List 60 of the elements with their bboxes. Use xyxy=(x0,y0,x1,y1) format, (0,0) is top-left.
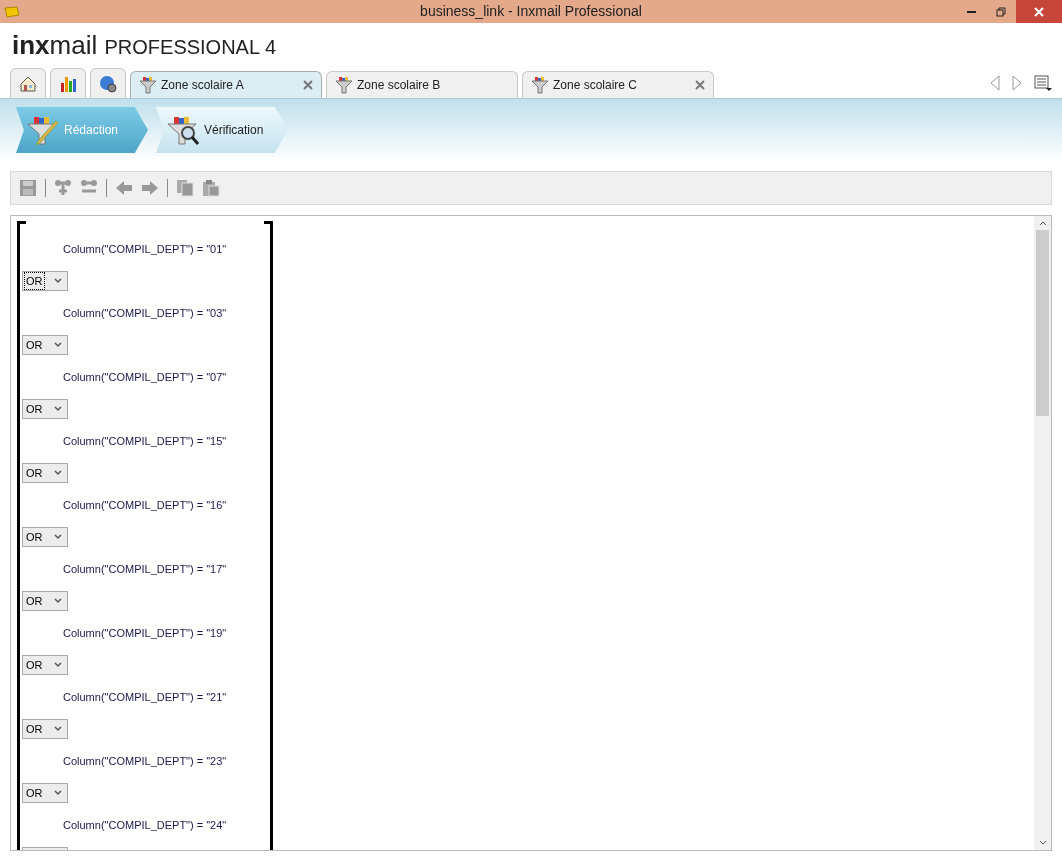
operator-dropdown[interactable]: OR xyxy=(22,719,68,739)
funnel-icon xyxy=(335,76,353,94)
chevron-down-icon xyxy=(54,406,62,412)
globe-gear-icon xyxy=(99,74,117,93)
tab[interactable]: Zone scolaire A xyxy=(130,71,322,98)
save-icon[interactable] xyxy=(19,179,37,197)
tab[interactable] xyxy=(90,68,126,98)
house-icon xyxy=(19,74,37,93)
condition-text: Column("COMPIL_DEPT") = "23" xyxy=(63,753,227,769)
condition-text: Column("COMPIL_DEPT") = "15" xyxy=(63,433,227,449)
window-title: business_link - Inxmail Professional xyxy=(420,2,642,21)
operator-dropdown[interactable]: OR xyxy=(22,271,68,291)
funnel-icon xyxy=(139,76,157,94)
chevron-down-icon xyxy=(54,342,62,348)
operator-dropdown[interactable]: OR xyxy=(22,591,68,611)
operator-dropdown[interactable]: OR xyxy=(22,463,68,483)
bar-chart-icon xyxy=(59,74,77,93)
forward-arrow-icon[interactable] xyxy=(141,179,159,197)
operator-dropdown[interactable]: OR xyxy=(22,783,68,803)
chevron-down-icon xyxy=(54,470,62,476)
close-tab-icon[interactable] xyxy=(303,80,313,90)
operator-dropdown[interactable]: OR xyxy=(22,335,68,355)
back-arrow-icon[interactable] xyxy=(115,179,133,197)
back-arrow-icon[interactable] xyxy=(990,74,1000,91)
scrollbar-thumb[interactable] xyxy=(1036,230,1049,416)
chevron-down-icon xyxy=(54,534,62,540)
tab[interactable]: Zone scolaire B xyxy=(326,71,518,98)
close-icon xyxy=(1034,6,1044,17)
scrollbar[interactable] xyxy=(1034,216,1051,850)
condition-text: Column("COMPIL_DEPT") = "21" xyxy=(63,689,227,705)
close-tab-icon[interactable] xyxy=(695,80,705,90)
condition-text: Column("COMPIL_DEPT") = "01" xyxy=(63,241,227,257)
condition-text: Column("COMPIL_DEPT") = "07" xyxy=(63,369,227,385)
tab[interactable] xyxy=(10,68,46,98)
chevron-down-icon xyxy=(54,662,62,668)
funnel-icon xyxy=(531,76,549,94)
chevron-down-icon xyxy=(54,726,62,732)
chevron-down-icon xyxy=(54,790,62,796)
condition-text: Column("COMPIL_DEPT") = "19" xyxy=(63,625,227,641)
operator-dropdown[interactable]: OR xyxy=(22,399,68,419)
condition-text: Column("COMPIL_DEPT") = "03" xyxy=(63,305,227,321)
operator-dropdown[interactable]: OR xyxy=(22,655,68,675)
tab[interactable] xyxy=(50,68,86,98)
chevron-down-icon xyxy=(54,598,62,604)
app-icon xyxy=(4,5,20,18)
forward-arrow-icon[interactable] xyxy=(1012,74,1022,91)
copy-icon[interactable] xyxy=(176,179,194,197)
condition-text: Column("COMPIL_DEPT") = "16" xyxy=(63,497,227,513)
condition-text: Column("COMPIL_DEPT") = "24" xyxy=(63,817,227,833)
paste-icon[interactable] xyxy=(202,179,220,197)
add-node-icon[interactable] xyxy=(54,179,72,197)
step-button[interactable]: Vérification xyxy=(156,107,288,153)
operator-dropdown[interactable]: OR xyxy=(22,527,68,547)
chevron-down-icon xyxy=(54,278,62,284)
condition-text: Column("COMPIL_DEPT") = "17" xyxy=(63,561,227,577)
close-button[interactable] xyxy=(1016,0,1062,23)
list-menu-icon[interactable] xyxy=(1034,74,1052,91)
restore-icon xyxy=(996,6,1006,17)
logo-text: inxmail PROFESSIONAL 4 xyxy=(12,32,277,58)
tab[interactable]: Zone scolaire C xyxy=(522,71,714,98)
